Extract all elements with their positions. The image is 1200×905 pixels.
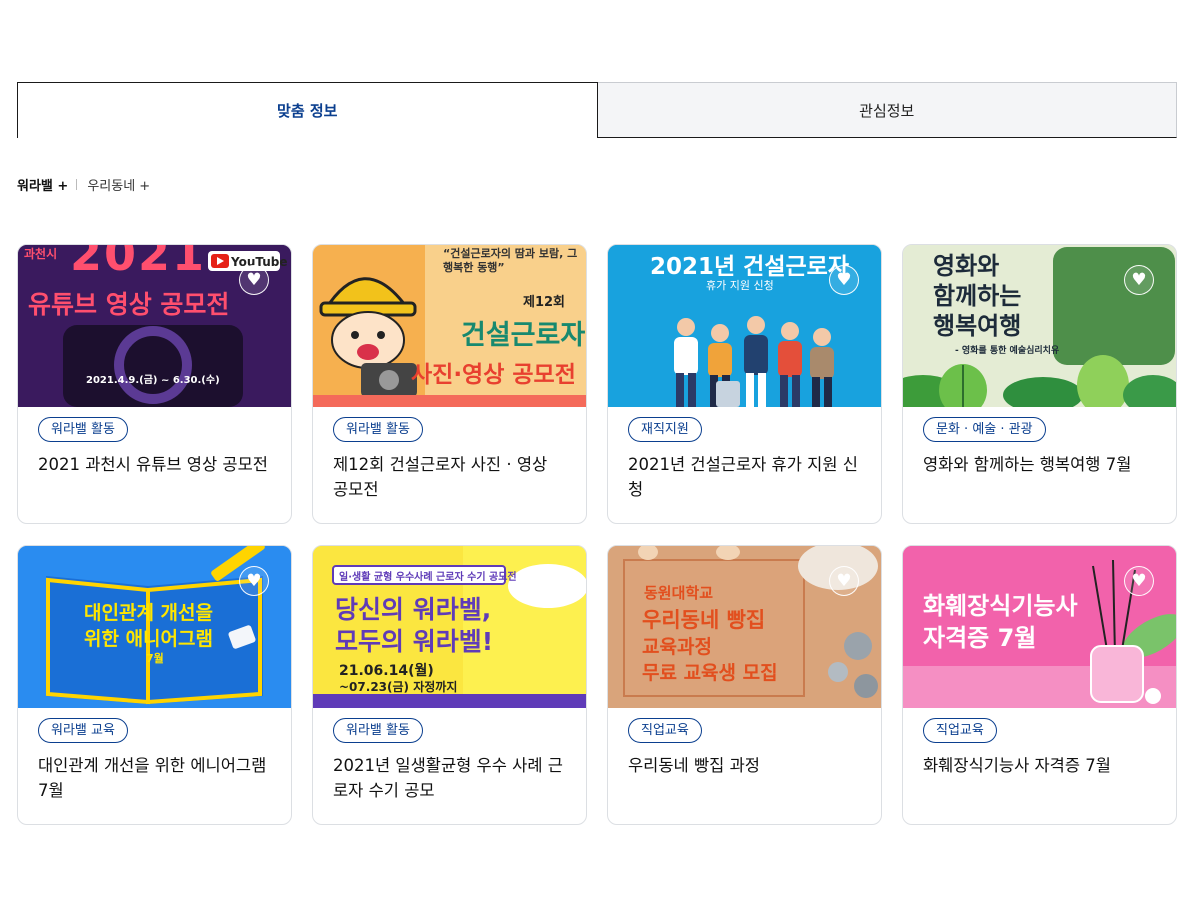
program-card[interactable]: “건설근로자의 땀과 보람, 그 행복한 동행” 제12회 건설근로자 사진·영… bbox=[312, 244, 587, 524]
card-title: 영화와 함께하는 행복여행 7월 bbox=[923, 455, 1132, 474]
thumb-text: 2021년 건설근로자 bbox=[650, 254, 849, 280]
card-thumbnail: 화훼장식기능사 자격증 7월 ♥ bbox=[903, 546, 1176, 708]
card-thumbnail: 2021년 건설근로자 휴가 지원 신청 ♥ bbox=[608, 245, 881, 407]
filter-worklife[interactable]: 워라밸 + bbox=[17, 175, 68, 194]
category-tag: 워라밸 교육 bbox=[38, 718, 128, 743]
program-card[interactable]: 화훼장식기능사 자격증 7월 ♥ 직업교육 화훼장식기능사 자격증 7월 bbox=[902, 545, 1177, 825]
thumb-text: 위한 애니어그램 bbox=[84, 628, 213, 650]
card-thumbnail: 영화와 함께하는 행복여행 - 영화를 통한 예술심리치유 ♥ bbox=[903, 245, 1176, 407]
card-title: 2021년 일생활균형 우수 사례 근로자 수기 공모 bbox=[333, 756, 563, 800]
thumb-text: 무료 교육생 모집 bbox=[642, 662, 778, 684]
tab-custom-info[interactable]: 맞춤 정보 bbox=[17, 82, 598, 138]
thumb-text: 휴가 지원 신청 bbox=[706, 279, 774, 292]
heart-icon[interactable]: ♥ bbox=[829, 566, 859, 596]
heart-icon[interactable]: ♥ bbox=[239, 265, 269, 295]
program-card[interactable]: 동원대학교 우리동네 빵집 교육과정 무료 교육생 모집 ♥ 직업교육 우리동네… bbox=[607, 545, 882, 825]
card-title: 화훼장식기능사 자격증 7월 bbox=[923, 756, 1111, 775]
thumb-text: 21.06.14(월) bbox=[339, 663, 434, 679]
filter-neighborhood[interactable]: 우리동네 + bbox=[87, 175, 150, 194]
thumb-text: 대인관계 개선을 bbox=[84, 602, 213, 624]
card-thumbnail: “건설근로자의 땀과 보람, 그 행복한 동행” 제12회 건설근로자 사진·영… bbox=[313, 245, 586, 407]
thumb-text: 과천시 bbox=[24, 247, 58, 261]
thumb-text: - 영화를 통한 예술심리치유 bbox=[955, 346, 1060, 356]
program-card[interactable]: 대인관계 개선을 위한 애니어그램 7월 ♥ 워라밸 교육 대인관계 개선을 위… bbox=[17, 545, 292, 825]
thumb-text: 제12회 bbox=[523, 295, 566, 310]
heart-icon[interactable]: ♥ bbox=[1124, 265, 1154, 295]
tab-bar: 맞춤 정보 관심정보 bbox=[17, 82, 1177, 138]
thumb-text: 2021.4.9.(금) ~ 6.30.(수) bbox=[86, 375, 220, 386]
thumb-text: 2021 bbox=[70, 245, 207, 281]
card-title: 2021 과천시 유튜브 영상 공모전 bbox=[38, 455, 268, 474]
heart-icon[interactable]: ♥ bbox=[239, 566, 269, 596]
heart-icon[interactable]: ♥ bbox=[829, 265, 859, 295]
thumb-text: 사진·영상 공모전 bbox=[411, 362, 576, 388]
thumb-text: 건설근로자 bbox=[461, 320, 586, 351]
thumb-text: 행복여행 bbox=[933, 312, 1022, 340]
category-tag: 직업교육 bbox=[923, 718, 997, 743]
thumb-text: 유튜브 영상 공모전 bbox=[28, 290, 230, 319]
thumb-text: 교육과정 bbox=[642, 636, 712, 658]
card-thumbnail: YouTube 과천시 2021 유튜브 영상 공모전 2021.4.9.(금)… bbox=[18, 245, 291, 407]
thumb-text: 영화와 bbox=[933, 252, 1000, 280]
category-tag: 재직지원 bbox=[628, 417, 702, 442]
thumb-text: 자격증 7월 bbox=[923, 624, 1037, 652]
card-grid: YouTube 과천시 2021 유튜브 영상 공모전 2021.4.9.(금)… bbox=[17, 244, 1177, 825]
card-thumbnail: 동원대학교 우리동네 빵집 교육과정 무료 교육생 모집 ♥ bbox=[608, 546, 881, 708]
card-title: 제12회 건설근로자 사진 · 영상 공모전 bbox=[333, 455, 548, 499]
category-tag: 워라밸 활동 bbox=[38, 417, 128, 442]
thumb-text: 화훼장식기능사 bbox=[923, 592, 1078, 620]
category-filters: 워라밸 + 우리동네 + bbox=[17, 175, 150, 194]
thumb-text: “건설근로자의 땀과 보람, 그 행복한 동행” bbox=[443, 247, 578, 274]
program-card[interactable]: YouTube 과천시 2021 유튜브 영상 공모전 2021.4.9.(금)… bbox=[17, 244, 292, 524]
thumb-text: 모두의 워라벨! bbox=[335, 627, 494, 656]
filter-divider bbox=[76, 179, 78, 190]
category-tag: 워라밸 활동 bbox=[333, 417, 423, 442]
heart-icon[interactable]: ♥ bbox=[1124, 566, 1154, 596]
category-tag: 직업교육 bbox=[628, 718, 702, 743]
category-tag: 문화 · 예술 · 관광 bbox=[923, 417, 1046, 442]
thumb-text: 우리동네 빵집 bbox=[642, 608, 766, 632]
card-title: 우리동네 빵집 과정 bbox=[628, 756, 760, 775]
tab-interest-info[interactable]: 관심정보 bbox=[597, 82, 1177, 138]
thumb-text: 당신의 워라벨, bbox=[335, 595, 492, 624]
thumb-text: 7월 bbox=[146, 652, 164, 665]
card-title: 대인관계 개선을 위한 에니어그램 7월 bbox=[38, 756, 267, 800]
thumb-text: 함께하는 bbox=[933, 282, 1022, 310]
card-thumbnail: 일·생활 균형 우수사례 근로자 수기 공모전 당신의 워라벨, 모두의 워라벨… bbox=[313, 546, 586, 708]
program-card[interactable]: 영화와 함께하는 행복여행 - 영화를 통한 예술심리치유 ♥ 문화 · 예술 … bbox=[902, 244, 1177, 524]
card-thumbnail: 대인관계 개선을 위한 애니어그램 7월 ♥ bbox=[18, 546, 291, 708]
category-tag: 워라밸 활동 bbox=[333, 718, 423, 743]
thumb-text: 일·생활 균형 우수사례 근로자 수기 공모전 bbox=[339, 572, 517, 583]
thumb-text: ~07.23(금) 자정까지 bbox=[339, 680, 458, 694]
thumb-text: 동원대학교 bbox=[644, 584, 714, 602]
program-card[interactable]: 일·생활 균형 우수사례 근로자 수기 공모전 당신의 워라벨, 모두의 워라벨… bbox=[312, 545, 587, 825]
program-card[interactable]: 2021년 건설근로자 휴가 지원 신청 ♥ 재직지원 2021년 건설근로자 … bbox=[607, 244, 882, 524]
card-title: 2021년 건설근로자 휴가 지원 신청 bbox=[628, 455, 858, 499]
